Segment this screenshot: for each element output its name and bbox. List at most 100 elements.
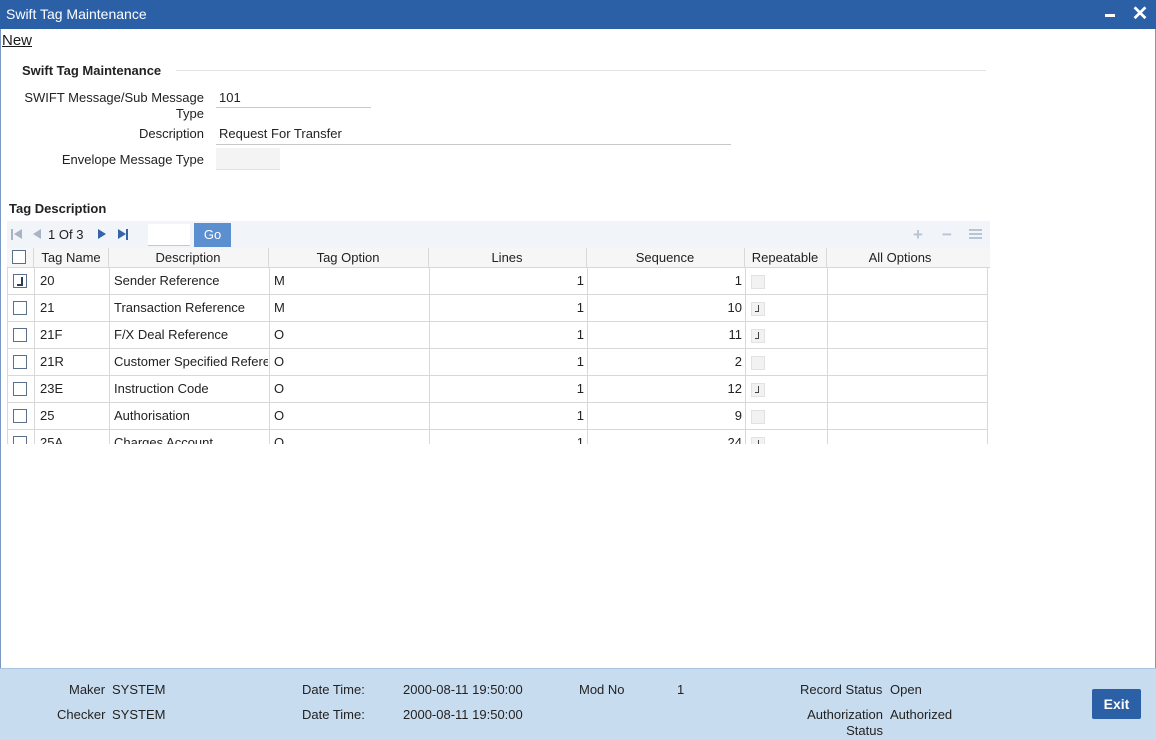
cell-separator [587, 349, 588, 376]
cell-tag-name: 21R [40, 354, 64, 369]
cell-separator [429, 403, 430, 430]
cell-separator [429, 430, 430, 444]
cell-separator [745, 376, 746, 403]
cell-sequence: 9 [734, 408, 742, 423]
first-page-icon[interactable] [11, 229, 23, 241]
repeatable-checkbox [751, 383, 765, 397]
mod-no-label: Mod No [579, 682, 625, 697]
repeatable-checkbox [751, 437, 765, 444]
row-checkbox[interactable] [13, 355, 27, 369]
cell-description: Transaction Reference [114, 300, 246, 315]
cell-separator [269, 349, 270, 376]
repeatable-checkbox [751, 329, 765, 343]
cell-separator [587, 403, 588, 430]
col-repeatable[interactable]: Repeatable [744, 250, 826, 265]
cell-separator [109, 376, 110, 403]
cell-separator [34, 295, 35, 322]
cell-sequence: 2 [734, 354, 742, 369]
close-icon[interactable]: ✕ [1131, 3, 1149, 25]
envelope-field[interactable] [216, 148, 280, 170]
window-title: Swift Tag Maintenance [6, 6, 147, 22]
table-row[interactable]: 21R Customer Specified Reference O 1 2 [8, 349, 987, 376]
cell-separator [587, 322, 588, 349]
cell-description: F/X Deal Reference [114, 327, 229, 342]
repeatable-checkbox [751, 410, 765, 424]
page-of: Of [58, 227, 73, 242]
cell-tag-name: 25A [40, 435, 64, 444]
cell-separator [269, 268, 270, 295]
checker-label: Checker [57, 707, 106, 722]
minimize-icon[interactable] [1104, 2, 1118, 26]
next-page-icon[interactable] [98, 229, 106, 239]
cell-sequence: 1 [734, 273, 742, 288]
tag-grid: 20 Sender Reference M 1 1 21 Transaction… [7, 268, 988, 444]
table-row[interactable]: 21 Transaction Reference M 1 10 [8, 295, 987, 322]
description-field[interactable]: Request For Transfer [219, 126, 342, 141]
cell-sequence: 12 [727, 381, 742, 396]
cell-separator [745, 268, 746, 295]
col-tag-name[interactable]: Tag Name [34, 250, 108, 265]
cell-description: Instruction Code [114, 381, 209, 396]
previous-page-icon[interactable] [33, 229, 41, 239]
last-page-icon[interactable] [118, 229, 130, 241]
col-tag-option[interactable]: Tag Option [268, 250, 428, 265]
cell-sequence: 24 [727, 435, 742, 444]
go-button[interactable]: Go [194, 223, 231, 247]
table-row[interactable]: 21F F/X Deal Reference O 1 11 [8, 322, 987, 349]
msg-type-underline [216, 107, 371, 108]
exit-button[interactable]: Exit [1092, 689, 1141, 719]
cell-separator [745, 295, 746, 322]
new-link[interactable]: New [2, 32, 32, 49]
table-row[interactable]: 25A Charges Account O 1 24 [8, 430, 987, 444]
row-checkbox[interactable] [13, 328, 27, 342]
row-checkbox[interactable] [13, 274, 27, 288]
cell-lines: 1 [576, 435, 584, 444]
cell-separator [269, 322, 270, 349]
table-row[interactable]: 23E Instruction Code O 1 12 [8, 376, 987, 403]
delete-row-icon[interactable]: − [942, 226, 952, 243]
maker-datetime-label: Date Time: [302, 682, 365, 697]
row-checkbox[interactable] [13, 436, 27, 444]
cell-tag-option: O [274, 327, 285, 342]
col-description[interactable]: Description [108, 250, 268, 265]
msg-type-field[interactable]: 101 [219, 90, 241, 105]
table-row[interactable]: 25 Authorisation O 1 9 [8, 403, 987, 430]
row-checkbox[interactable] [13, 409, 27, 423]
cell-separator [827, 430, 828, 444]
cell-tag-name: 23E [40, 381, 64, 396]
cell-separator [109, 349, 110, 376]
checker-datetime-value: 2000-08-11 19:50:00 [403, 707, 523, 722]
single-view-icon[interactable] [969, 229, 982, 241]
row-checkbox[interactable] [13, 382, 27, 396]
cell-separator [745, 349, 746, 376]
maker-label: Maker [69, 682, 106, 697]
cell-separator [269, 430, 270, 444]
cell-separator [34, 268, 35, 295]
cell-separator [34, 376, 35, 403]
col-lines[interactable]: Lines [428, 250, 586, 265]
record-status-value: Open [890, 682, 922, 697]
row-checkbox[interactable] [13, 301, 27, 315]
description-label: Description [138, 126, 204, 141]
cell-separator [269, 376, 270, 403]
select-all-checkbox[interactable] [12, 250, 26, 264]
cell-separator [429, 295, 430, 322]
col-all-options[interactable]: All Options [826, 250, 974, 265]
page-number-input[interactable] [148, 224, 190, 246]
cell-separator [109, 268, 110, 295]
cell-separator [429, 268, 430, 295]
cell-separator [745, 430, 746, 444]
cell-tag-option: O [274, 381, 285, 396]
cell-tag-option: O [274, 354, 285, 369]
envelope-label: Envelope Message Type [61, 152, 204, 167]
repeatable-checkbox [751, 275, 765, 289]
page-info: 1 Of 3 [48, 227, 83, 242]
audit-footer [0, 668, 1156, 740]
col-sequence[interactable]: Sequence [586, 250, 744, 265]
repeatable-checkbox [751, 302, 765, 316]
table-row[interactable]: 20 Sender Reference M 1 1 [8, 268, 987, 295]
checker-value: SYSTEM [112, 707, 166, 722]
cell-separator [109, 403, 110, 430]
add-row-icon[interactable]: + [913, 226, 923, 243]
cell-lines: 1 [576, 273, 584, 288]
